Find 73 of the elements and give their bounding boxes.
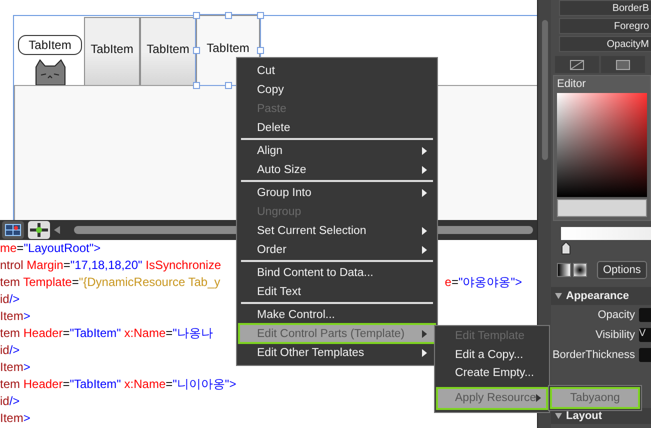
submenu-arrow-icon (536, 394, 542, 402)
expanded-triangle-icon (555, 413, 562, 419)
code-text: tem Header="TabItem" x:Name="니이아옹"> (0, 376, 236, 393)
code-text: tem Header="TabItem" x:Name="나옹나 (0, 325, 213, 342)
brush-property-button[interactable]: BorderB (559, 0, 651, 16)
code-text: Item> (0, 359, 30, 376)
submenu-arrow-icon (422, 246, 427, 254)
property-field[interactable] (639, 348, 651, 362)
speech-bubble[interactable]: TabItem (18, 35, 82, 55)
resize-handle[interactable] (193, 82, 200, 89)
menu-item[interactable]: Set Current Selection (239, 221, 435, 240)
section-header[interactable]: Appearance (551, 287, 651, 305)
code-text: id/> (0, 291, 20, 308)
menu-item[interactable]: Edit a Copy... (437, 346, 547, 364)
code-text: id/> (0, 342, 20, 359)
menu-item[interactable]: Make Control... (239, 305, 435, 324)
resize-handle[interactable] (193, 47, 200, 54)
code-text: tem Template="{DynamicResource Tab_y (0, 274, 220, 291)
box-icon (616, 60, 630, 70)
code-text: Item> (0, 308, 30, 325)
solid-brush-tab[interactable] (601, 56, 645, 73)
code-text: me="LayoutRoot"> (0, 240, 101, 257)
brush-property-button[interactable]: OpacityM (559, 36, 651, 52)
menu-item[interactable]: Edit Other Templates (239, 343, 435, 362)
tab-item[interactable]: TabItem (140, 17, 196, 85)
snap-button[interactable] (28, 221, 50, 239)
menu-item[interactable]: Auto Size (239, 160, 435, 179)
section-title: Layout (566, 410, 602, 422)
menu-item[interactable]: Delete (239, 118, 435, 137)
submenu-arrow-icon (422, 188, 427, 196)
resize-handle[interactable] (257, 47, 264, 54)
menu-item[interactable]: Order (239, 240, 435, 259)
property-label: Visibility (595, 329, 635, 341)
gradient-stop-icon (561, 241, 571, 255)
code-text: ntrol Margin="17,18,18,20" IsSynchronize (0, 257, 221, 274)
no-brush-tab[interactable] (555, 56, 599, 73)
section-title: Appearance (566, 290, 629, 302)
resize-handle[interactable] (193, 12, 200, 19)
grid-view-button[interactable] (2, 221, 24, 239)
property-label: BorderThickness (552, 349, 635, 361)
diagonal-box-icon (570, 60, 584, 70)
grid-icon (5, 224, 21, 236)
options-button[interactable]: Options (597, 261, 647, 279)
menu-item[interactable]: Group Into (239, 183, 435, 202)
color-picker-field[interactable] (557, 93, 647, 197)
brush-property-button[interactable]: Foregro (559, 18, 651, 34)
linear-gradient-button[interactable] (557, 263, 571, 277)
tab-item[interactable]: TabItem (84, 17, 140, 85)
editor-label: Editor (557, 78, 587, 90)
crosshair-icon (30, 223, 48, 237)
menu-item[interactable]: Bind Content to Data... (239, 263, 435, 282)
submenu-arrow-icon (422, 348, 427, 356)
expanded-triangle-icon (555, 293, 562, 299)
code-text: id/> (0, 393, 20, 410)
radial-gradient-button[interactable] (573, 263, 587, 277)
vertical-scrollbar[interactable] (537, 0, 551, 240)
code-text: Item> (0, 410, 30, 427)
submenu-arrow-icon (422, 166, 427, 174)
property-field[interactable]: V (639, 328, 651, 342)
submenu-arrow-icon (422, 226, 427, 234)
property-field[interactable] (639, 308, 651, 322)
resize-handle[interactable] (257, 12, 264, 19)
resize-handle[interactable] (225, 82, 232, 89)
code-text: e="야옹야옹"> (444, 274, 523, 291)
resize-handle[interactable] (225, 12, 232, 19)
scroll-left-icon (54, 226, 60, 234)
submenu-arrow-icon (422, 330, 427, 338)
menu-item[interactable]: Align (239, 141, 435, 160)
menu-item[interactable]: Create Empty... (437, 364, 547, 382)
submenu-arrow-icon (422, 146, 427, 154)
menu-item[interactable]: Edit Text (239, 282, 435, 301)
property-label: Opacity (598, 309, 635, 321)
cat-drawing (33, 59, 67, 85)
